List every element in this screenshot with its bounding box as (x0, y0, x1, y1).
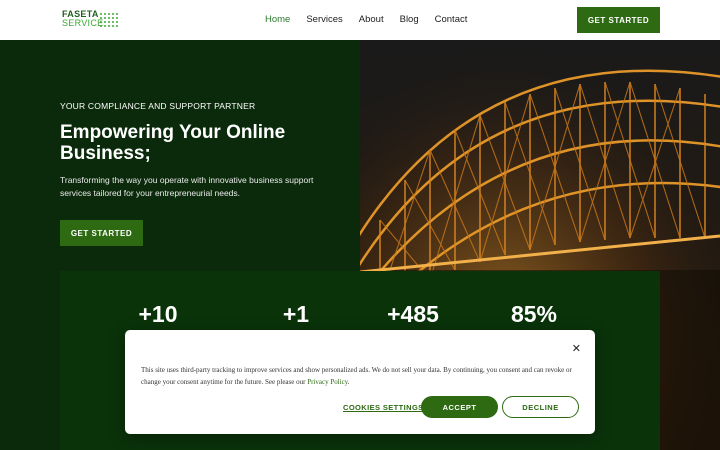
cookie-message-text: This site uses third-party tracking to i… (141, 366, 572, 386)
nav-home[interactable]: Home (265, 14, 290, 25)
stat-value: 85% (510, 301, 558, 327)
logo-dots-icon (99, 12, 119, 28)
hero-title: Empowering Your Online Business; (60, 122, 286, 164)
cookie-message: This site uses third-party tracking to i… (141, 364, 581, 388)
decline-button[interactable]: DECLINE (502, 396, 579, 418)
hero-get-started-button[interactable]: GET STARTED (60, 220, 143, 246)
hero-eyebrow: YOUR COMPLIANCE AND SUPPORT PARTNER (60, 101, 256, 111)
cookies-settings-button[interactable]: COOKIES SETTINGS (343, 403, 424, 412)
site-header: FASETA SERVICE Home Services About Blog … (0, 0, 720, 40)
header-get-started-button[interactable]: GET STARTED (577, 7, 660, 33)
stat-value: +485 (387, 301, 439, 327)
site-logo[interactable]: FASETA SERVICE (62, 10, 122, 30)
nav-about[interactable]: About (359, 14, 384, 25)
hero-description: Transforming the way you operate with in… (60, 175, 314, 198)
nav-blog[interactable]: Blog (400, 14, 419, 25)
stat-value: +10 (138, 301, 178, 327)
nav-services[interactable]: Services (306, 14, 342, 25)
close-icon[interactable]: ✕ (572, 342, 581, 355)
logo-text: FASETA SERVICE (62, 10, 103, 28)
logo-line2: SERVICE (62, 18, 104, 28)
cookie-message-end: . (347, 378, 350, 386)
nav-contact[interactable]: Contact (435, 14, 468, 25)
cookie-consent-dialog: ✕ This site uses third-party tracking to… (125, 330, 595, 434)
accept-button[interactable]: ACCEPT (421, 396, 498, 418)
privacy-policy-link[interactable]: Privacy Policy (307, 378, 348, 386)
main-nav: Home Services About Blog Contact (265, 14, 467, 25)
stat-value: +1 (282, 301, 310, 327)
